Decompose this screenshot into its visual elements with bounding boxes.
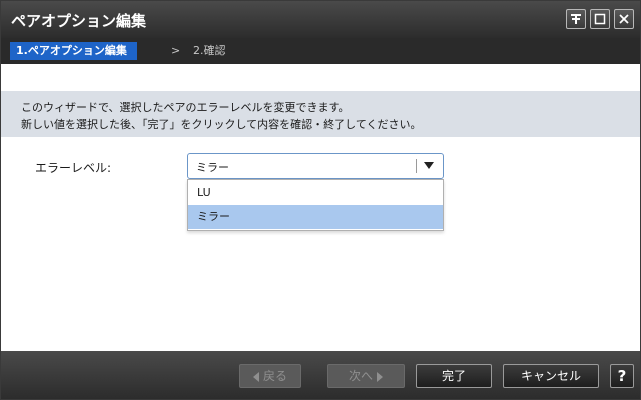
instruction-line-2: 新しい値を選択した後、「完了」をクリックして内容を確認・終了してください。 xyxy=(21,118,422,131)
error-level-options-list: LU ミラー xyxy=(187,179,444,231)
dialog-footer: 戻る 次へ 完了 キャンセル ? xyxy=(1,351,640,399)
next-button[interactable]: 次へ xyxy=(327,364,405,388)
instruction-line-1: このウィザードで、選択したペアのエラーレベルを変更できます。 xyxy=(21,101,350,114)
back-button-label: 戻る xyxy=(262,369,287,383)
maximize-button[interactable] xyxy=(590,9,610,29)
pin-button[interactable] xyxy=(566,9,586,29)
window-title: ペアオプション編集 xyxy=(11,12,147,30)
error-level-select[interactable]: ミラー xyxy=(187,153,444,179)
next-button-label: 次へ xyxy=(348,369,373,383)
back-button[interactable]: 戻る xyxy=(239,364,301,388)
dropdown-arrow-icon[interactable] xyxy=(424,162,434,169)
help-icon: ? xyxy=(617,367,627,385)
error-level-label: エラーレベル: xyxy=(35,161,112,175)
close-button[interactable] xyxy=(614,9,634,29)
instruction-panel: このウィザードで、選択したペアのエラーレベルを変更できます。 新しい値を選択した… xyxy=(1,91,640,137)
select-divider xyxy=(416,159,417,173)
close-icon xyxy=(619,14,629,24)
title-bar: ペアオプション編集 xyxy=(1,1,640,38)
option-lu[interactable]: LU xyxy=(188,181,443,205)
arrow-right-icon xyxy=(377,371,383,382)
maximize-icon xyxy=(594,13,606,25)
help-button[interactable]: ? xyxy=(610,364,634,388)
wizard-step-bar: 1.ペアオプション編集 > 2.確認 xyxy=(1,38,640,64)
error-level-selected-value: ミラー xyxy=(196,161,229,174)
step-separator: > xyxy=(171,44,181,57)
step-edit-pair-options: 1.ペアオプション編集 xyxy=(10,42,137,60)
pair-option-edit-dialog: ペアオプション編集 1.ペアオプション編集 > 2.確認 このウィザードで、選択… xyxy=(0,0,641,400)
pin-icon xyxy=(571,14,581,24)
arrow-left-icon xyxy=(252,371,259,382)
step-confirm: 2.確認 xyxy=(193,44,226,57)
option-mirror[interactable]: ミラー xyxy=(188,205,443,229)
finish-button[interactable]: 完了 xyxy=(416,364,492,388)
cancel-button[interactable]: キャンセル xyxy=(503,364,599,388)
cancel-button-label: キャンセル xyxy=(520,369,581,383)
finish-button-label: 完了 xyxy=(441,369,466,383)
